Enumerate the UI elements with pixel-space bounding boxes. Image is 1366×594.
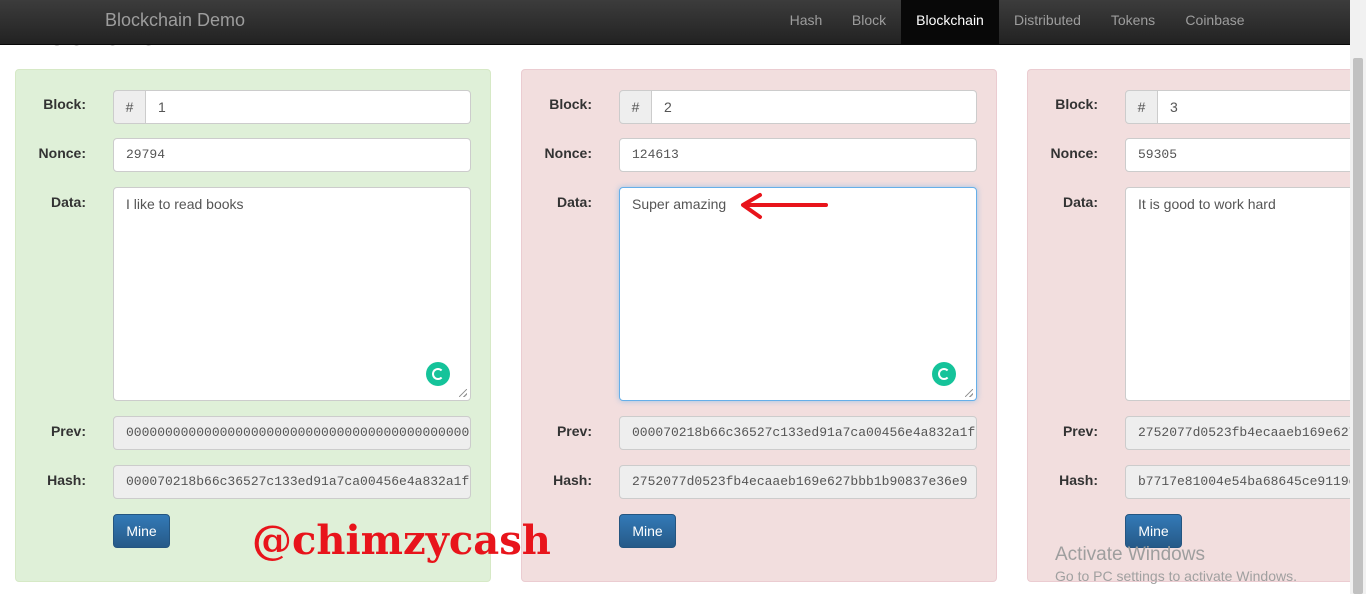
vertical-scrollbar[interactable] <box>1350 0 1366 594</box>
nav-item-blockchain[interactable]: Blockchain <box>901 0 999 45</box>
data-textarea[interactable]: It is good to work hard <box>1125 187 1357 401</box>
red-arrow-annotation <box>741 193 828 219</box>
data-text: I like to read books <box>126 196 244 212</box>
prev-label: Prev: <box>1062 423 1098 439</box>
hash-label: Hash: <box>1059 472 1098 488</box>
data-label: Data: <box>556 194 592 210</box>
nonce-label: Nonce: <box>38 145 86 161</box>
hash-symbol-addon: # <box>1125 90 1158 124</box>
data-text: It is good to work hard <box>1138 196 1276 212</box>
block-number-input[interactable]: 1 <box>146 90 471 124</box>
mine-button[interactable]: Mine <box>1125 514 1182 548</box>
hash-label: Hash: <box>47 472 86 488</box>
top-navbar: Blockchain Demo Hash Block Blockchain Di… <box>0 0 1350 45</box>
data-label: Data: <box>1062 194 1098 210</box>
block-card-1: Block: # 1 Nonce: 29794 Data: I like to … <box>15 69 491 582</box>
block-number-input[interactable]: 2 <box>652 90 977 124</box>
block-card-3: Block: # 3 Nonce: 59305 Data: It is good… <box>1027 69 1357 582</box>
grammarly-icon[interactable] <box>426 362 450 386</box>
resize-handle-icon[interactable] <box>965 389 973 397</box>
data-label: Data: <box>50 194 86 210</box>
resize-handle-icon[interactable] <box>459 389 467 397</box>
prev-label: Prev: <box>50 423 86 439</box>
grammarly-icon[interactable] <box>932 362 956 386</box>
navbar-brand[interactable]: Blockchain Demo <box>105 10 245 31</box>
block-label: Block: <box>1055 96 1098 112</box>
activate-windows-title: Activate Windows <box>1055 544 1205 565</box>
block-label: Block: <box>43 96 86 112</box>
block-number-group: # 3 <box>1125 90 1357 124</box>
nonce-input[interactable]: 59305 <box>1125 138 1357 172</box>
mine-button[interactable]: Mine <box>619 514 676 548</box>
block-card-2: Block: # 2 Nonce: 124613 Data: Super ama… <box>521 69 997 582</box>
data-text: Super amazing <box>632 196 727 212</box>
nonce-label: Nonce: <box>544 145 592 161</box>
prev-label: Prev: <box>556 423 592 439</box>
watermark-text: @chimzycash <box>252 517 551 564</box>
nav-item-hash[interactable]: Hash <box>775 0 837 45</box>
mine-button[interactable]: Mine <box>113 514 170 548</box>
block-number-group: # 1 <box>113 90 471 124</box>
hash-symbol-addon: # <box>619 90 652 124</box>
nav-item-tokens[interactable]: Tokens <box>1096 0 1170 45</box>
nav-item-distributed[interactable]: Distributed <box>999 0 1096 45</box>
activate-windows-subtitle: Go to PC settings to activate Windows. <box>1055 568 1297 584</box>
scrollbar-thumb[interactable] <box>1353 58 1363 594</box>
hash-field[interactable]: 000070218b66c36527c133ed91a7ca00456e4a83… <box>113 465 471 499</box>
nav-item-coinbase[interactable]: Coinbase <box>1170 0 1260 45</box>
nonce-label: Nonce: <box>1050 145 1098 161</box>
hash-field[interactable]: b7717e81004e54ba68645ce9119c <box>1125 465 1357 499</box>
nav-item-block[interactable]: Block <box>837 0 901 45</box>
prev-hash-field[interactable]: 2752077d0523fb4ecaaeb169e627 <box>1125 416 1357 450</box>
hash-symbol-addon: # <box>113 90 146 124</box>
block-label: Block: <box>549 96 592 112</box>
hash-label: Hash: <box>553 472 592 488</box>
block-number-group: # 2 <box>619 90 977 124</box>
nonce-input[interactable]: 29794 <box>113 138 471 172</box>
data-textarea[interactable]: I like to read books <box>113 187 471 401</box>
prev-hash-field[interactable]: 000070218b66c36527c133ed91a7ca00456e4a83… <box>619 416 977 450</box>
prev-hash-field[interactable]: 0000000000000000000000000000000000000000… <box>113 416 471 450</box>
nonce-input[interactable]: 124613 <box>619 138 977 172</box>
block-number-input[interactable]: 3 <box>1158 90 1357 124</box>
hash-field[interactable]: 2752077d0523fb4ecaaeb169e627bbb1b90837e3… <box>619 465 977 499</box>
